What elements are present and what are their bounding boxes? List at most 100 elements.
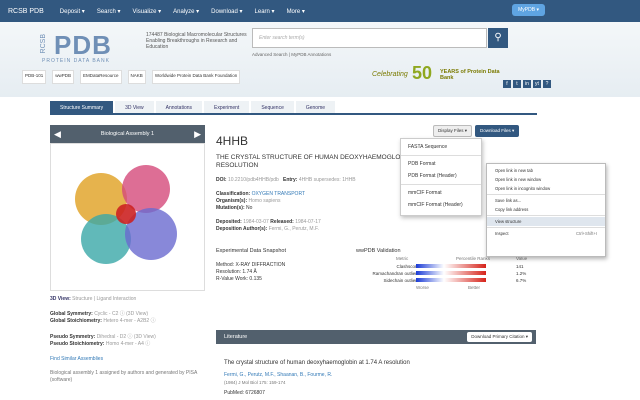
val-row-value: 141 <box>516 264 524 269</box>
menu-item-mmcif[interactable]: mmCIF Format <box>401 187 481 199</box>
mypdb-button[interactable]: MyPDB ▾ <box>512 4 545 16</box>
search-input[interactable]: Enter search term(s) <box>252 28 487 48</box>
tab-annotations[interactable]: Annotations <box>155 101 203 113</box>
global-sym-label: Global Symmetry: <box>50 311 93 317</box>
menu-item-pdb-header[interactable]: PDB Format (Header) <box>401 170 481 182</box>
download-citation-button[interactable]: Download Primary Citation ▾ <box>467 332 532 342</box>
structure-tabs: Structure Summary 3D View Annotations Ex… <box>50 101 537 115</box>
find-similar-link[interactable]: Find Similar Assemblies <box>50 356 205 362</box>
view3d-row: 3D View: Structure | Ligand Interaction <box>50 296 205 302</box>
search-icon[interactable]: ⚲ <box>488 28 508 48</box>
download-files-button[interactable]: Download Files ▾ <box>475 125 520 137</box>
ctx-divider <box>487 194 605 195</box>
val-row-metric: Sidechain outliers <box>383 278 419 283</box>
dep-value: 1984-03-07 <box>243 219 269 225</box>
literature-header: Literature Download Primary Citation ▾ <box>216 330 536 344</box>
tab-structure-summary[interactable]: Structure Summary <box>50 101 114 113</box>
ctx-open-new-tab[interactable]: Open link in new tab <box>487 166 605 175</box>
logo-rcsb: RCSB <box>40 34 47 54</box>
ctx-open-new-window[interactable]: Open link in new window <box>487 175 605 184</box>
org-value[interactable]: Homo sapiens <box>249 198 281 204</box>
val-row: Ramachandran outliers 1.2% <box>356 271 541 278</box>
help-icon[interactable]: ? <box>543 80 551 88</box>
rel-label: Released: <box>270 219 294 225</box>
foundation-logo[interactable]: Worldwide Protein Data Bank Foundation <box>151 70 241 84</box>
molecule-graphic <box>75 165 177 264</box>
val-row-metric: Ramachandran outliers <box>372 271 419 276</box>
anniv-celebrating: Celebrating <box>372 71 408 78</box>
menu-item-pdb[interactable]: PDB Format <box>401 158 481 170</box>
menu-divider <box>401 184 481 185</box>
anniversary-logo[interactable]: Celebrating 50 YEARS of Protein Data Ban… <box>372 63 502 91</box>
emdr-logo[interactable]: EMDataResource <box>80 70 122 84</box>
citation-authors[interactable]: Fermi, G., Perutz, M.F., Shaanan, B., Fo… <box>224 372 534 378</box>
assembly-title: Biological Assembly 1 <box>100 131 155 137</box>
nav-deposit[interactable]: Deposit ▾ <box>54 8 91 15</box>
val-row-value: 6.7% <box>516 278 527 283</box>
linkedin-icon[interactable]: in <box>523 80 531 88</box>
facebook-icon[interactable]: f <box>503 80 511 88</box>
mut-value: No <box>246 205 253 211</box>
pseudo-sym-value[interactable]: Dihedral - D2 ⓘ (3D View) <box>97 334 156 340</box>
ctx-view-structure[interactable]: View structure <box>487 217 605 226</box>
ctx-copy-link[interactable]: Copy link address <box>487 205 605 214</box>
val-ranks: Percentile Ranks <box>456 256 491 261</box>
menu-divider <box>401 155 481 156</box>
rel-value: 1984-07-17 <box>295 219 321 225</box>
nav-search[interactable]: Search ▾ <box>91 8 127 15</box>
tab-sequence[interactable]: Sequence <box>251 101 294 113</box>
class-label: Classification: <box>216 191 251 197</box>
auth-label: Deposition Author(s): <box>216 226 268 232</box>
menu-item-mmcif-header[interactable]: mmCIF Format (Header) <box>401 199 481 211</box>
nav-analyze[interactable]: Analyze ▾ <box>167 8 205 15</box>
next-assembly-icon[interactable]: ▶ <box>194 125 201 143</box>
advanced-search-links[interactable]: Advanced Search | MyPDB Annotations <box>252 52 331 57</box>
assembly-note: Biological assembly 1 assigned by author… <box>50 370 198 383</box>
tab-3d-view[interactable]: 3D View <box>115 101 154 113</box>
literature-title: Literature <box>224 334 248 340</box>
global-sym-value[interactable]: Cyclic - C2 ⓘ (3D View) <box>94 311 148 317</box>
global-stoich-value: Hetero 4-mer - A2B2 ⓘ <box>103 318 156 324</box>
citation-pubmed[interactable]: PubMed: 6726807 <box>224 390 534 396</box>
pdb-logo[interactable]: RCSB PDB PROTEIN DATA BANK <box>40 30 140 64</box>
mut-label: Mutation(s): <box>216 205 245 211</box>
ctx-open-incognito[interactable]: Open link in incognito window <box>487 184 605 193</box>
auth-value[interactable]: Fermi, G., Perutz, M.F. <box>269 226 319 232</box>
pdb101-logo[interactable]: PDB-101 <box>22 70 47 84</box>
menu-item-fasta[interactable]: FASTA Sequence <box>401 141 481 153</box>
social-icons: f t in yt ? <box>503 80 551 88</box>
assembly-header: ◀ Biological Assembly 1 ▶ <box>50 125 205 143</box>
partner-logos: PDB-101 wwPDB EMDataResource NAKB Worldw… <box>22 70 241 84</box>
twitter-icon[interactable]: t <box>513 80 521 88</box>
val-metric: Metric <box>396 256 409 261</box>
ctx-inspect[interactable]: Inspect Ctrl+Shift+I <box>487 229 605 238</box>
view3d-links[interactable]: Structure | Ligand Interaction <box>72 296 136 302</box>
tab-experiment[interactable]: Experiment <box>204 101 250 113</box>
val-better: Better <box>468 285 481 290</box>
val-row-bar <box>416 271 486 275</box>
nav-download[interactable]: Download ▾ <box>205 8 248 15</box>
tab-genome[interactable]: Genome <box>295 101 336 113</box>
youtube-icon[interactable]: yt <box>533 80 541 88</box>
citation-title: The crystal structure of human deoxyhaem… <box>224 360 410 366</box>
assembly-image[interactable] <box>50 143 205 291</box>
wwpdb-logo[interactable]: wwPDB <box>52 70 75 84</box>
nav-visualize[interactable]: Visualize ▾ <box>127 8 168 15</box>
class-value[interactable]: OXYGEN TRANSPORT <box>252 191 305 197</box>
logo-pdb: PDB <box>54 30 112 60</box>
doi-value[interactable]: 10.2210/pdb4HHB/pdb <box>228 177 279 183</box>
ctx-divider <box>487 215 605 216</box>
display-files-button[interactable]: Display Files ▾ <box>433 125 473 137</box>
ctx-inspect-shortcut: Ctrl+Shift+I <box>576 231 597 236</box>
view3d-label: 3D View: <box>50 296 71 302</box>
pseudo-symmetry: Pseudo Symmetry: Dihedral - D2 ⓘ (3D Vie… <box>50 334 205 348</box>
pseudo-sym-label: Pseudo Symmetry: <box>50 334 96 340</box>
nav-learn[interactable]: Learn ▾ <box>249 8 281 15</box>
nakb-logo[interactable]: NAKB <box>127 70 146 84</box>
prev-assembly-icon[interactable]: ◀ <box>54 125 61 143</box>
org-label: Organism(s): <box>216 198 248 204</box>
ctx-save-link[interactable]: Save link as... <box>487 196 605 205</box>
val-row: Sidechain outliers 6.7% <box>356 278 541 285</box>
nav-more[interactable]: More ▾ <box>281 8 311 15</box>
brand-link[interactable]: RCSB PDB <box>0 8 54 15</box>
